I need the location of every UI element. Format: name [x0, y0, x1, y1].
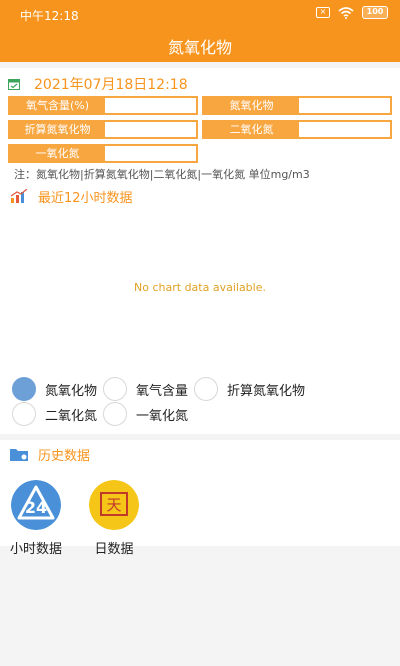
radio-circle[interactable]	[12, 377, 36, 401]
datetime-row: 2021年07月18日12:18	[8, 74, 188, 94]
radio-circle[interactable]	[194, 377, 218, 401]
radio-label: 氮氧化物	[45, 383, 98, 399]
field-value	[105, 122, 196, 137]
hourly-data-button[interactable]: 24 小时数据	[6, 480, 66, 557]
field-label: 氮氧化物	[229, 99, 274, 112]
field-label: 折算氮氧化物	[24, 123, 91, 136]
title-bar: 氮氧化物	[0, 28, 400, 62]
wifi-icon	[338, 6, 354, 19]
history-section-header: 历史数据	[10, 444, 90, 464]
radio-label: 一氧化氮	[136, 408, 189, 424]
battery-icon: 100	[362, 6, 388, 19]
radio-converted-nox[interactable]: 折算氮氧化物	[194, 377, 305, 401]
radio-circle[interactable]	[103, 377, 127, 401]
folder-icon	[10, 449, 28, 461]
radio-no2[interactable]: 二氧化氮	[12, 402, 97, 426]
field-value	[105, 98, 196, 113]
sim-icon: ×	[316, 7, 330, 18]
radio-label: 折算氮氧化物	[227, 383, 306, 399]
radio-circle[interactable]	[103, 402, 127, 426]
page-title: 氮氧化物	[167, 38, 232, 57]
calendar-icon	[8, 79, 20, 90]
history-card: 历史数据 24 小时数据 天 日数据	[0, 440, 400, 557]
chart-section-title: 最近12小时数据	[38, 190, 133, 206]
recycle-24-icon: 24	[11, 480, 61, 530]
hourly-icon-text: 24	[25, 498, 47, 517]
field-no2: 二氧化氮	[202, 120, 392, 139]
hourly-data-label: 小时数据	[9, 542, 62, 557]
field-label: 一氧化氮	[35, 147, 80, 160]
field-nox: 氮氧化物	[202, 96, 392, 115]
calendar-day-icon: 天	[89, 480, 139, 530]
radio-circle[interactable]	[12, 402, 36, 426]
field-value	[299, 122, 390, 137]
status-time: 中午12:18	[20, 9, 79, 23]
unit-note: 注：氮氧化物|折算氮氧化物|二氧化氮|一氧化氮 单位mg/m3	[14, 168, 310, 181]
field-converted-nox: 折算氮氧化物	[8, 120, 198, 139]
chart-card: 最近12小时数据 No chart data available. 氮氧化物 氧…	[0, 184, 400, 434]
status-icons: × 100	[316, 6, 388, 19]
field-label: 二氧化氮	[229, 123, 274, 136]
bar-chart-icon	[10, 189, 28, 203]
field-label: 氧气含量(%)	[25, 99, 90, 112]
field-value	[299, 98, 390, 113]
field-oxygen: 氧气含量(%)	[8, 96, 198, 115]
field-value	[105, 146, 196, 161]
history-section-title: 历史数据	[38, 448, 91, 464]
daily-data-label: 日数据	[94, 542, 134, 557]
chart-empty-message: No chart data available.	[134, 281, 266, 294]
radio-no[interactable]: 一氧化氮	[103, 402, 188, 426]
radio-label: 氧气含量	[136, 383, 189, 399]
daily-icon-text: 天	[106, 496, 121, 514]
daily-data-button[interactable]: 天 日数据	[84, 480, 144, 557]
field-no: 一氧化氮	[8, 144, 198, 163]
chart-section-header: 最近12小时数据	[10, 186, 133, 206]
datetime: 2021年07月18日12:18	[34, 77, 188, 93]
radio-oxygen[interactable]: 氧气含量	[103, 377, 188, 401]
radio-nox[interactable]: 氮氧化物	[12, 377, 97, 401]
radio-label: 二氧化氮	[45, 408, 98, 424]
status-bar: 中午12:18 × 100	[0, 0, 400, 28]
